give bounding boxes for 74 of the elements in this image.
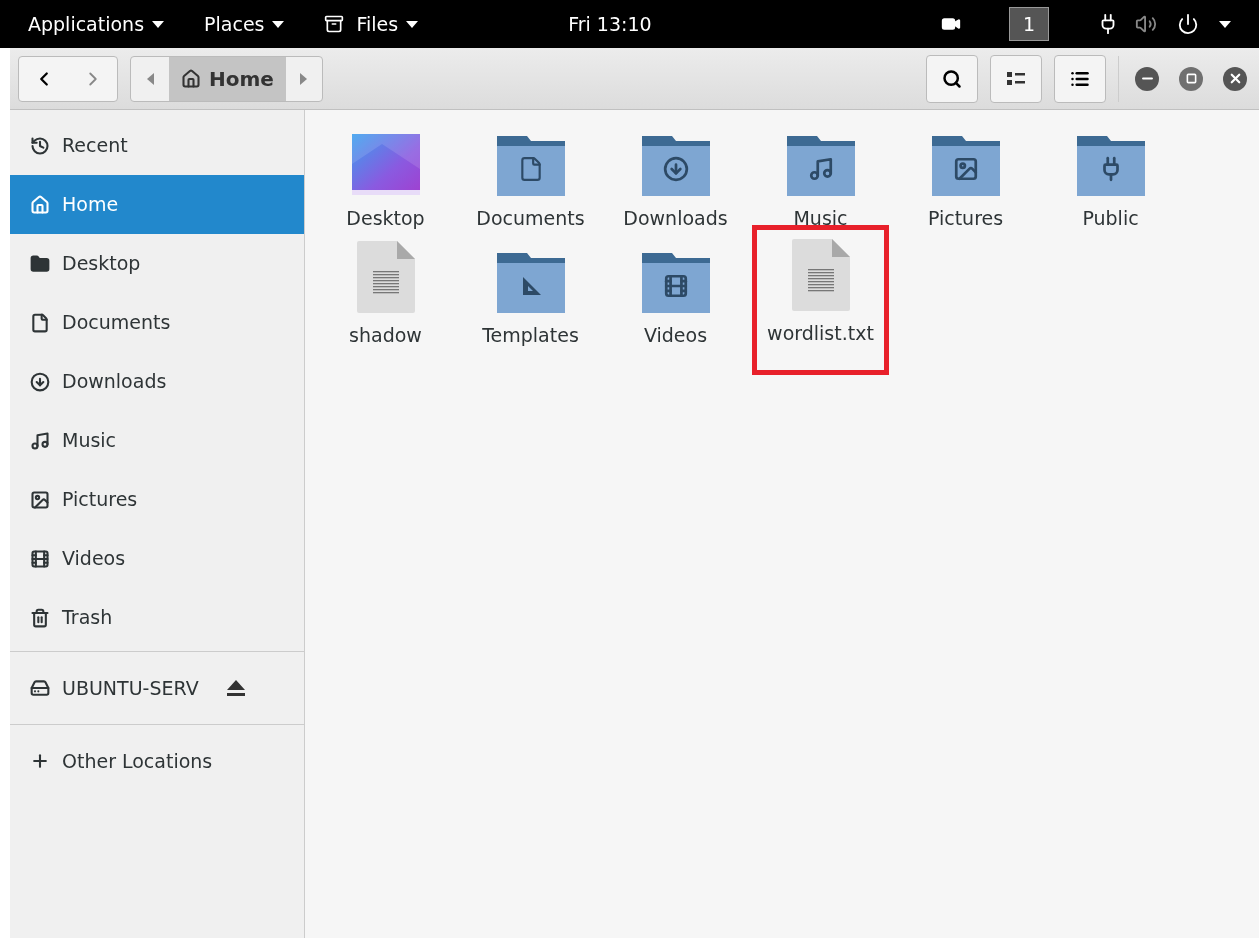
volume-icon[interactable]	[1135, 13, 1157, 35]
eject-icon[interactable]	[226, 680, 245, 696]
maximize-button[interactable]	[1179, 66, 1203, 91]
desktop-icon	[351, 134, 420, 196]
file-item[interactable]: Videos	[603, 240, 748, 373]
music-icon	[30, 430, 50, 451]
menu-button[interactable]	[1054, 54, 1106, 103]
caret-icon	[406, 20, 419, 28]
menu-button[interactable]: Files	[324, 9, 419, 39]
clock-icon	[30, 135, 50, 156]
plus-icon	[30, 751, 50, 771]
file-name: Desktop	[346, 206, 425, 231]
caret-icon	[1219, 20, 1231, 28]
clock: Fri 13:10	[568, 11, 652, 37]
file-item[interactable]: Desktop	[313, 124, 458, 233]
search-button[interactable]	[926, 54, 978, 103]
right-triangle-icon	[300, 72, 308, 85]
close-button[interactable]	[1223, 66, 1247, 91]
download-icon	[664, 158, 687, 180]
search-icon	[942, 68, 962, 89]
film-icon	[665, 275, 686, 296]
file-name: shadow	[349, 322, 422, 348]
workspace-indicator[interactable]: 1	[1009, 7, 1049, 41]
sidebar-item[interactable]: Pictures	[10, 470, 304, 529]
sidebar-item[interactable]: Videos	[10, 529, 304, 588]
sidebar-item[interactable]: Desktop	[10, 234, 304, 293]
sidebar-item[interactable]: Downloads	[10, 352, 304, 411]
trash-icon	[30, 607, 50, 628]
text-file-icon	[791, 238, 850, 311]
path-button[interactable]: Home	[169, 56, 286, 101]
file-name: Documents	[476, 206, 585, 231]
power-icon[interactable]	[1177, 13, 1199, 35]
download-icon	[30, 371, 50, 392]
sidebar-item[interactable]: Music	[10, 411, 304, 470]
file-name: Videos	[643, 322, 708, 348]
caret-icon	[152, 20, 165, 28]
document-icon	[521, 158, 540, 180]
sidebar-item[interactable]: Documents	[10, 293, 304, 352]
sidebar-item[interactable]: Other Locations	[10, 729, 304, 793]
file-name: wordlist.txt	[767, 320, 874, 346]
grid-view-icon	[1007, 70, 1025, 87]
maximize-icon	[1185, 73, 1197, 84]
menu-button[interactable]: Applications	[28, 9, 165, 39]
file-item[interactable]: shadow	[313, 240, 458, 373]
drive-icon	[30, 678, 50, 698]
picture-icon	[955, 159, 976, 179]
view-toggle-button[interactable]	[990, 54, 1042, 103]
text-file-icon	[356, 240, 415, 313]
minimize-button[interactable]	[1135, 66, 1159, 91]
home-icon	[181, 68, 201, 89]
file-item[interactable]: Documents	[458, 124, 603, 233]
cabinet-icon	[324, 14, 345, 34]
file-item[interactable]: Templates	[458, 240, 603, 373]
picture-icon	[30, 489, 50, 510]
sidebar-item[interactable]: Recent	[10, 116, 304, 175]
file-name: Pictures	[927, 206, 1004, 231]
plug-icon	[1104, 158, 1117, 180]
sidebar-item[interactable]: Home	[10, 175, 304, 234]
film-icon	[30, 548, 50, 569]
document-icon	[30, 312, 50, 333]
home-icon	[30, 194, 50, 215]
file-name: Public	[1082, 206, 1139, 231]
menu-button[interactable]: Places	[204, 9, 285, 39]
sidebar-item[interactable]: UBUNTU-SERV	[10, 656, 304, 720]
sidebar-item[interactable]: Trash	[10, 588, 304, 647]
folder-icon	[30, 253, 50, 274]
file-name: Templates	[482, 322, 579, 348]
left-triangle-icon	[146, 72, 154, 85]
caret-icon	[272, 20, 285, 28]
file-item[interactable]: Pictures	[893, 124, 1038, 233]
file-item[interactable]: Downloads	[603, 124, 748, 233]
file-name: Downloads	[623, 206, 728, 231]
file-item[interactable]: Public	[1038, 124, 1183, 233]
music-icon	[810, 159, 831, 179]
